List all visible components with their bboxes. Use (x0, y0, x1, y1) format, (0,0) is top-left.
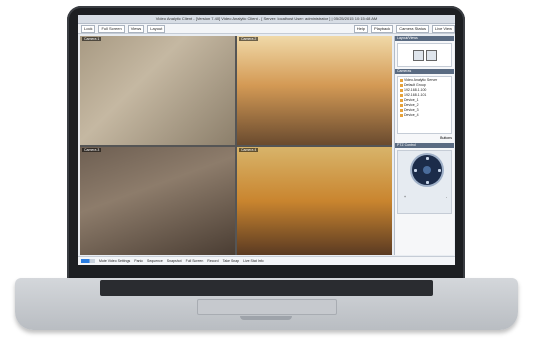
statusbar: Mute Video Settings Panic Sequence Snaps… (78, 256, 455, 265)
sidebar: Layout/Views Cameras Video Analytic Serv… (394, 36, 454, 255)
ptz-up-icon[interactable] (426, 157, 429, 160)
ptz-center-button[interactable] (423, 166, 431, 174)
app-window: Video Analytic Client - [Version 7.40] V… (78, 15, 455, 265)
quad-layout-icon[interactable] (425, 49, 437, 61)
menu-playback[interactable]: Playback (371, 24, 394, 33)
volume-meter[interactable] (81, 259, 95, 263)
keyboard (100, 280, 433, 296)
ptz-header: PTZ Control (395, 143, 454, 148)
layout-header: Layout/Views (395, 36, 454, 41)
camera-icon (400, 113, 403, 117)
camera-icon (400, 98, 403, 102)
camera-label: Camera 4 (239, 147, 259, 152)
camera-label: Camera 2 (239, 37, 259, 41)
menu-views[interactable]: Views (127, 24, 145, 33)
menu-lock[interactable]: Lock (81, 24, 96, 33)
menubar: Lock Full Screen Views Layout Help Playb… (78, 24, 455, 34)
camera-feed-4[interactable]: Camera 4 (237, 146, 392, 255)
camera-icon (400, 103, 403, 107)
status-item[interactable]: Mute Video Settings (99, 259, 130, 263)
menu-help[interactable]: Help (353, 24, 369, 33)
ptz-right-icon[interactable] (438, 169, 441, 172)
laptop-notch (240, 316, 292, 320)
folder-icon (400, 83, 403, 87)
status-item[interactable]: Panic (134, 259, 143, 263)
camera-label: Camera 3 (82, 147, 102, 152)
menu-live-view[interactable]: Live View (431, 24, 455, 33)
camera-label: Camera 1 (82, 37, 102, 41)
camera-feed-3[interactable]: Camera 3 (80, 146, 235, 255)
camera-feed-2[interactable]: Camera 2 (237, 36, 392, 145)
buttons-label[interactable]: Buttons (397, 136, 452, 141)
ptz-left-icon[interactable] (414, 169, 417, 172)
tree-item[interactable]: Device_4 (400, 113, 449, 118)
status-item[interactable]: Snapshot (167, 259, 182, 263)
ptz-control: + - (397, 150, 452, 214)
camera-header: Cameras (395, 69, 454, 74)
ptz-down-icon[interactable] (426, 181, 429, 184)
layout-picker (397, 43, 452, 67)
trackpad (197, 299, 337, 315)
folder-icon (400, 78, 403, 82)
grid-layout-icon[interactable] (412, 49, 424, 61)
camera-icon (400, 108, 403, 112)
camera-tree: Video Analytic Server Default Group 192.… (397, 76, 452, 134)
status-item[interactable]: Record (207, 259, 218, 263)
camera-feed-1[interactable]: Camera 1 (80, 36, 235, 145)
window-title: Video Analytic Client - [Version 7.40] V… (78, 15, 455, 24)
status-item[interactable]: Full Screen (186, 259, 204, 263)
video-grid: Camera 1 Camera 2 Camera 3 Camera 4 (80, 36, 392, 255)
menu-camera-status[interactable]: Camera Status (396, 24, 429, 33)
camera-icon (400, 88, 403, 92)
menu-layout[interactable]: Layout (147, 24, 166, 33)
status-item[interactable]: Sequence (147, 259, 163, 263)
status-item[interactable]: Live Stat Info (243, 259, 263, 263)
ptz-zoom-out[interactable]: - (446, 195, 447, 199)
camera-icon (400, 93, 403, 97)
ptz-zoom-in[interactable]: + (404, 195, 406, 199)
status-item[interactable]: Take Snap (223, 259, 240, 263)
menu-full-screen[interactable]: Full Screen (98, 24, 125, 33)
